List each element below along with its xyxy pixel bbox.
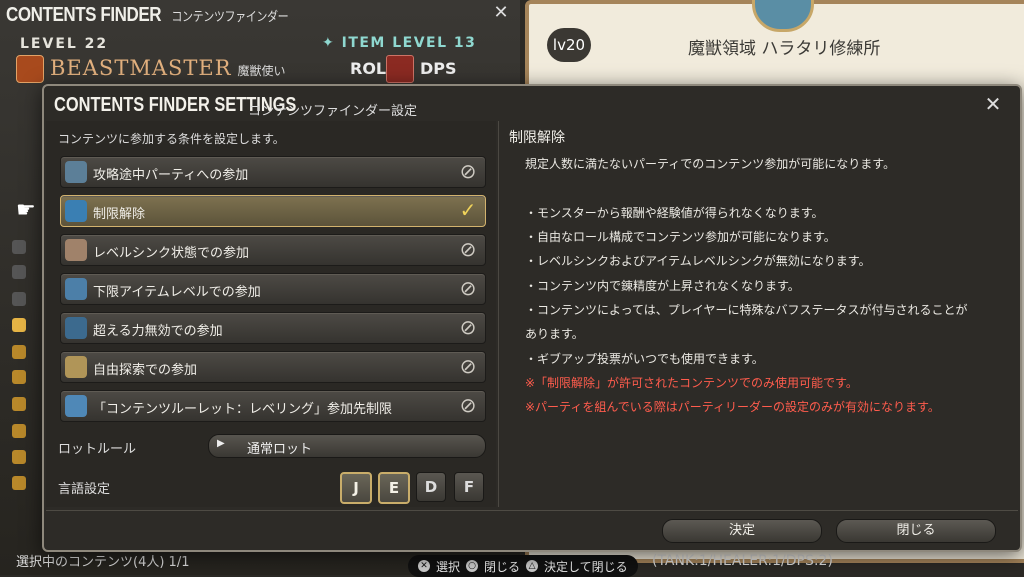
language-j-button[interactable]: J xyxy=(340,472,372,504)
checkmark-icon: ✓ xyxy=(459,198,477,222)
description-line: あります。 xyxy=(525,327,584,341)
description-line: ・コンテンツ内で錬精度が上昇されなくなります。 xyxy=(525,279,800,293)
duty-list-sidebar xyxy=(6,95,40,515)
role-value: DPS xyxy=(420,59,457,78)
description-note: ※「制限解除」が許可されたコンテンツでのみ使用可能です。 xyxy=(525,376,858,390)
description-line: ・ギブアップ投票がいつでも使用できます。 xyxy=(525,352,764,366)
description-line: 規定人数に満たないパーティでのコンテンツ参加が可能になります。 xyxy=(525,157,896,171)
controller-help-bar: ✕ 選択 ○ 閉じる △ 決定して閉じる xyxy=(408,555,638,577)
description-title: 制限解除 xyxy=(509,130,565,146)
language-e-button[interactable]: E xyxy=(378,472,410,504)
description-line: ・レベルシンクおよびアイテムレベルシンクが無効になります。 xyxy=(525,254,871,268)
description-note: ※パーティを組んでいる際はパーティリーダーの設定のみが有効になります。 xyxy=(525,400,940,414)
close-icon[interactable]: ✕ xyxy=(981,92,1005,116)
checkbox-icon[interactable] xyxy=(12,292,26,306)
lock-icon xyxy=(12,476,26,490)
checkbox-icon[interactable] xyxy=(12,240,26,254)
language-d-button[interactable]: D xyxy=(416,472,446,502)
job-name: BEASTMASTER 魔獣使い xyxy=(50,56,286,80)
explorer-icon xyxy=(65,356,87,378)
description-line: ・自由なロール構成でコンテンツ参加が可能になります。 xyxy=(525,230,836,244)
divider xyxy=(46,510,1018,511)
prohibited-icon: ⊘ xyxy=(459,159,477,183)
hand-pointer-icon: ☛ xyxy=(16,198,36,223)
contents-finder-title: CONTENTS FINDER コンテンツファインダー xyxy=(6,4,289,26)
level-sync-icon xyxy=(65,239,87,261)
duty-level-badge: lv20 xyxy=(547,28,591,62)
confirm-button[interactable]: 決定 xyxy=(662,519,822,543)
option-explorer-mode[interactable]: 自由探索での参加 ⊘ xyxy=(60,351,486,383)
lock-icon xyxy=(12,397,26,411)
option-roulette-limit[interactable]: 「コンテンツルーレット：レベリング」参加先制限 ⊘ xyxy=(60,390,486,422)
close-button[interactable]: 閉じる xyxy=(836,519,996,543)
prohibited-icon: ⊘ xyxy=(459,393,477,417)
level-display: LEVEL 22 xyxy=(20,36,109,52)
lock-icon xyxy=(12,370,26,384)
triangle-button-icon: △ xyxy=(526,560,539,572)
duty-name: 魔獣領域 ハラタリ修練所 xyxy=(688,39,881,59)
item-level-display: ✦ ITEM LEVEL 13 xyxy=(322,35,477,51)
option-minimum-item-level[interactable]: 下限アイテムレベルでの参加 ⊘ xyxy=(60,273,486,305)
description-pane: 制限解除 規定人数に満たないパーティでのコンテンツ参加が可能になります。 ・モン… xyxy=(498,121,1009,507)
language-label: 言語設定 xyxy=(58,482,111,497)
prohibited-icon: ⊘ xyxy=(459,315,477,339)
party-icon xyxy=(65,161,87,183)
option-unrestricted-party[interactable]: 制限解除 ✓ xyxy=(60,195,486,227)
dps-role-icon xyxy=(386,55,414,83)
circle-button-icon: ○ xyxy=(466,560,479,572)
checkbox-checked-icon[interactable] xyxy=(12,318,26,332)
echo-disabled-icon xyxy=(65,317,87,339)
contents-finder-settings-dialog: CONTENTS FINDER SETTINGS コンテンツファインダー設定 ✕… xyxy=(16,84,1022,552)
dialog-subtitle: コンテンツファインダー設定 xyxy=(248,104,418,119)
play-arrow-icon: ▶ xyxy=(217,438,225,449)
description-line: ・コンテンツによっては、プレイヤーに特殊なバフステータスが付与されることが xyxy=(525,303,968,317)
item-level-icon xyxy=(65,278,87,300)
lock-icon xyxy=(12,450,26,464)
selected-contents-status: 選択中のコンテンツ(4人) 1/1 xyxy=(16,555,190,570)
lock-icon xyxy=(12,345,26,359)
party-composition: (TANK:1/HEALER:1/DPS:2) xyxy=(652,553,833,569)
language-f-button[interactable]: F xyxy=(454,472,484,502)
lock-icon xyxy=(12,424,26,438)
loot-rule-select[interactable]: ▶ 通常ロット xyxy=(208,434,486,458)
prohibited-icon: ⊘ xyxy=(459,237,477,261)
cross-button-icon: ✕ xyxy=(418,560,430,572)
prohibited-icon: ⊘ xyxy=(459,276,477,300)
option-silence-echo[interactable]: 超える力無効での参加 ⊘ xyxy=(60,312,486,344)
roulette-icon xyxy=(65,395,87,417)
loot-rule-label: ロットルール xyxy=(58,442,137,457)
beastmaster-job-icon xyxy=(16,55,44,83)
option-join-in-progress[interactable]: 攻略途中パーティへの参加 ⊘ xyxy=(60,156,486,188)
unlock-icon xyxy=(65,200,87,222)
description-line: ・モンスターから報酬や経験値が得られなくなります。 xyxy=(525,206,824,220)
checkbox-icon[interactable] xyxy=(12,265,26,279)
close-icon[interactable]: ✕ xyxy=(490,2,512,24)
instruction-text: コンテンツに参加する条件を設定します。 xyxy=(58,132,285,146)
option-level-sync[interactable]: レベルシンク状態での参加 ⊘ xyxy=(60,234,486,266)
prohibited-icon: ⊘ xyxy=(459,354,477,378)
